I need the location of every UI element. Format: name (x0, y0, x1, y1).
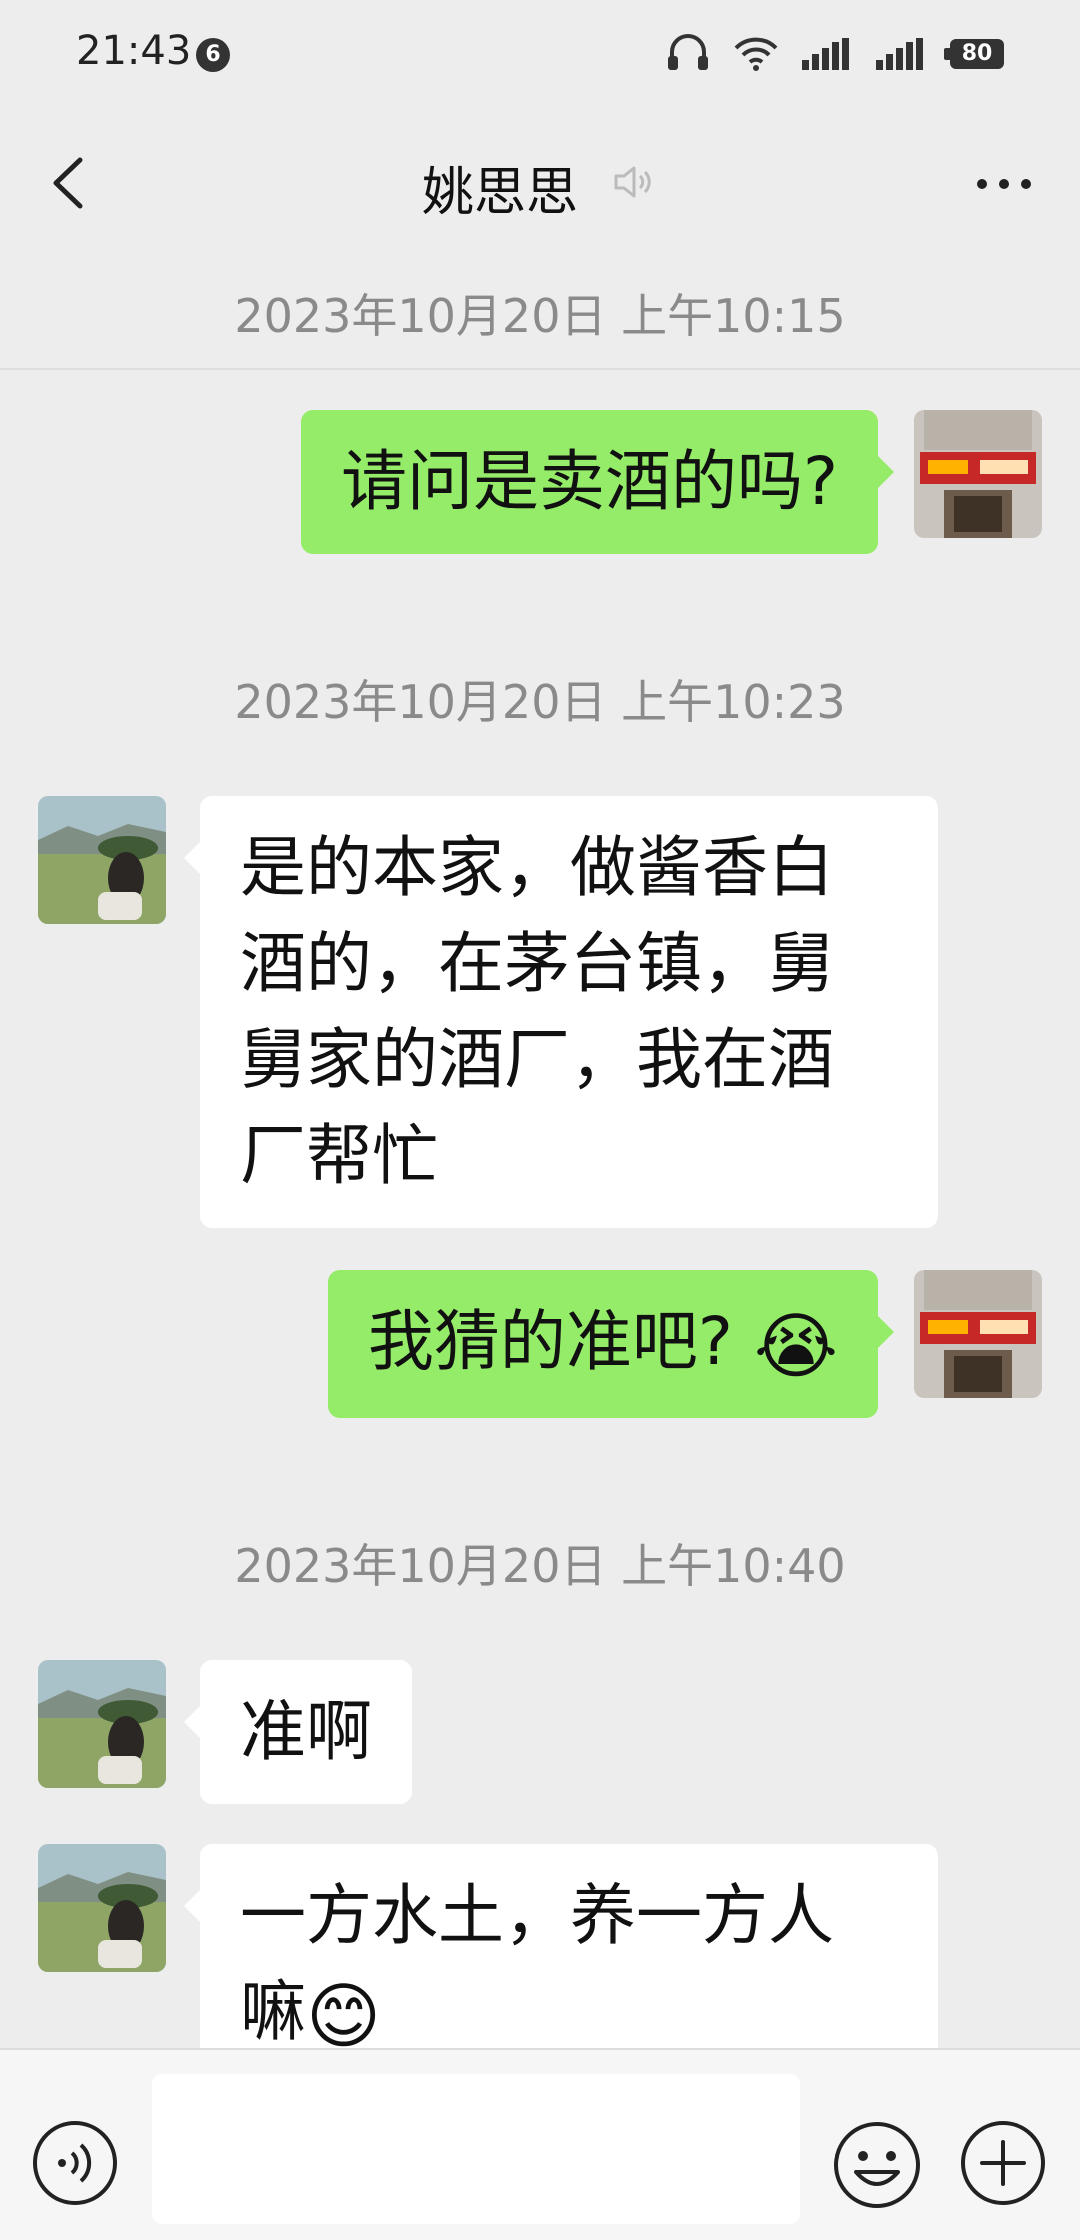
message-text: 准啊 (240, 1693, 372, 1770)
headset-icon (668, 34, 708, 70)
contact-avatar[interactable] (38, 1660, 166, 1788)
battery-icon: 80 (944, 39, 1004, 69)
contact-avatar[interactable] (38, 796, 166, 924)
timestamp: 2023年10月20日 上午10:40 (234, 1539, 846, 1593)
contact-avatar[interactable] (38, 1844, 166, 1972)
message-bubble-incoming[interactable]: 准啊 (184, 1660, 412, 1804)
status-time: 21:43 (76, 28, 192, 74)
smiling-face-icon: 😊 (306, 1973, 382, 2050)
mute-icon (614, 166, 651, 198)
signal-2-icon (876, 38, 923, 70)
timestamp: 2023年10月20日 上午10:15 (234, 289, 846, 343)
status-bar: 21:43 6 80 (0, 0, 1080, 110)
notification-count-badge: 6 (196, 38, 230, 72)
message-bubble-incoming[interactable]: 是的本家，做酱香白酒的，在茅台镇，舅舅家的酒厂，我在酒厂帮忙 (184, 796, 938, 1228)
chat-header: 姚思思 (0, 110, 1080, 370)
wifi-icon (734, 37, 778, 71)
plus-icon[interactable] (960, 2120, 1046, 2206)
message-input[interactable] (152, 2074, 800, 2224)
message-bubble-incoming[interactable]: 一方水土，养一方人嘛😊 (184, 1844, 938, 2050)
more-button[interactable] (964, 154, 1044, 214)
crying-face-icon: 😭 (753, 1303, 838, 1388)
input-bar (0, 2048, 1080, 2240)
message-text: 是的本家，做酱香白酒的，在茅台镇，舅舅家的酒厂，我在酒厂帮忙 (240, 829, 834, 1194)
my-avatar[interactable] (914, 1270, 1042, 1398)
emoji-icon[interactable] (832, 2120, 922, 2210)
status-icons: 80 (666, 34, 1004, 74)
signal-icon (802, 38, 849, 70)
chat-title: 姚思思 (421, 163, 578, 223)
chat-area[interactable]: 2023年10月20日 上午10:15 请问是卖酒的吗? 2023年10月20日… (0, 260, 1080, 2050)
message-bubble-outgoing[interactable]: 请问是卖酒的吗? (300, 410, 895, 554)
message-bubble-outgoing[interactable]: 我猜的准吧? 😭 (327, 1270, 895, 1418)
message-text: 我猜的准吧? (367, 1303, 733, 1380)
timestamp: 2023年10月20日 上午10:23 (234, 675, 846, 729)
my-avatar[interactable] (914, 410, 1042, 538)
voice-icon[interactable] (32, 2120, 118, 2206)
message-text: 请问是卖酒的吗? (340, 443, 838, 520)
